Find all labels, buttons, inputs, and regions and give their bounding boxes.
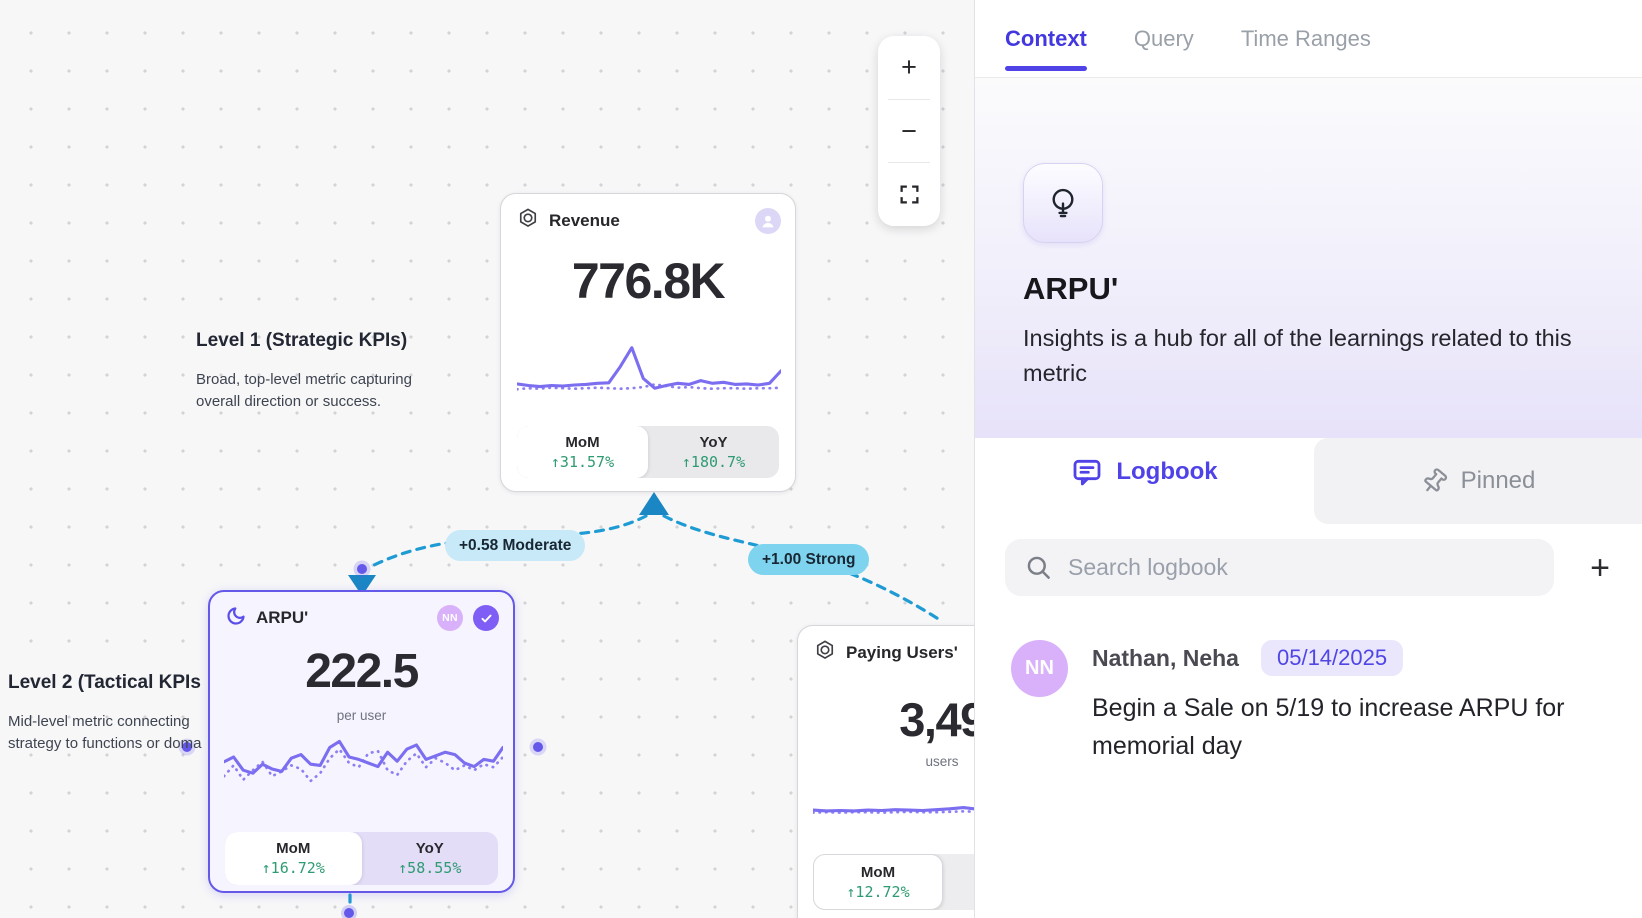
- search-icon: [1025, 554, 1052, 581]
- context-panel: Context Query Time Ranges ARPU' Insights…: [974, 0, 1642, 918]
- mom-label: MoM: [276, 840, 310, 857]
- insights-icon-tile: [1023, 163, 1103, 243]
- metric-card-paying-users[interactable]: Paying Users' 3,49 users MoM ↑12.72%: [797, 625, 974, 918]
- level-2-title: Level 2 (Tactical KPIs: [8, 672, 213, 694]
- metric-card-revenue[interactable]: Revenue 776.8K MoM ↑31.57% YoY ↑180.7%: [500, 193, 796, 492]
- metric-subtitle: Insights is a hub for all of the learnin…: [1023, 321, 1594, 392]
- yoy-toggle[interactable]: YoY ↑58.55%: [362, 832, 499, 885]
- logbook-pinned-tabs: Logbook Pinned: [975, 438, 1642, 505]
- correlation-label-moderate[interactable]: +0.58 Moderate: [445, 530, 585, 561]
- card-title: Revenue: [549, 211, 620, 231]
- period-toggle: MoM ↑12.72%: [813, 854, 974, 910]
- metric-value: 3,49: [798, 692, 974, 747]
- card-title: ARPU': [256, 608, 308, 628]
- connection-handle-dot[interactable]: [530, 739, 547, 756]
- verified-badge-icon: [473, 605, 499, 631]
- yoy-value: ↑58.55%: [398, 859, 461, 877]
- logbook-comment-icon: [1071, 456, 1103, 488]
- yoy-value: ↑180.7%: [682, 453, 745, 471]
- tab-context[interactable]: Context: [1005, 0, 1087, 77]
- sparkline-chart: [813, 776, 974, 824]
- entry-date-badge: 05/14/2025: [1261, 640, 1403, 676]
- level-2-description: Mid-level metric connecting strategy to …: [8, 711, 213, 755]
- fit-view-button[interactable]: [878, 163, 940, 226]
- mom-toggle[interactable]: MoM ↑31.57%: [517, 426, 648, 478]
- metric-context-header: ARPU' Insights is a hub for all of the l…: [975, 78, 1642, 438]
- logbook-search-input[interactable]: [1068, 554, 1534, 581]
- yoy-label: YoY: [416, 840, 444, 857]
- hexagon-metric-icon: [517, 207, 539, 234]
- pin-icon: [1415, 462, 1453, 500]
- metric-tree-canvas[interactable]: +0.58 Moderate +1.00 Strong Level 1 (Str…: [0, 0, 974, 918]
- connection-handle-dot[interactable]: [341, 905, 357, 918]
- mom-label: MoM: [565, 434, 599, 451]
- mom-value: ↑16.72%: [262, 859, 325, 877]
- moon-metric-icon: [226, 606, 246, 631]
- panel-tab-bar: Context Query Time Ranges: [975, 0, 1642, 78]
- zoom-out-button[interactable]: −: [878, 100, 940, 163]
- mom-toggle[interactable]: MoM ↑16.72%: [225, 832, 362, 885]
- correlation-label-strong[interactable]: +1.00 Strong: [748, 544, 869, 575]
- add-logbook-entry-button[interactable]: +: [1582, 551, 1618, 585]
- level-2-annotation: Level 2 (Tactical KPIs Mid-level metric …: [8, 672, 213, 755]
- period-toggle: MoM ↑16.72% YoY ↑58.55%: [225, 832, 498, 885]
- sparkline-chart: [224, 730, 503, 796]
- metric-value: 222.5: [210, 644, 513, 699]
- metric-unit: per user: [210, 708, 513, 723]
- tab-logbook[interactable]: Logbook: [975, 438, 1314, 505]
- level-1-description: Broad, top-level metric capturing overal…: [196, 369, 432, 413]
- collaborators-avatar: NN: [437, 605, 463, 631]
- logbook-entry[interactable]: NN Nathan, Neha 05/14/2025 Begin a Sale …: [975, 596, 1642, 765]
- entry-text: Begin a Sale on 5/19 to increase ARPU fo…: [1092, 690, 1602, 765]
- tab-time-ranges[interactable]: Time Ranges: [1241, 0, 1371, 77]
- metric-title: ARPU': [1023, 271, 1594, 307]
- mom-label: MoM: [861, 864, 895, 881]
- arrowhead-up-icon: [639, 492, 669, 515]
- lightbulb-icon: [1045, 185, 1081, 221]
- sparkline-chart: [517, 342, 781, 402]
- canvas-zoom-toolbar: + −: [878, 36, 940, 226]
- yoy-toggle[interactable]: [943, 854, 974, 910]
- metric-unit: users: [798, 754, 974, 769]
- logbook-search-box[interactable]: [1005, 539, 1554, 596]
- connection-handle-dot[interactable]: [354, 561, 371, 578]
- owner-avatar: [755, 208, 781, 234]
- yoy-toggle[interactable]: YoY ↑180.7%: [648, 426, 779, 478]
- metric-card-arpu[interactable]: ARPU' NN 222.5 per user MoM ↑16.72% YoY …: [208, 590, 515, 893]
- yoy-label: YoY: [699, 434, 727, 451]
- mom-toggle[interactable]: MoM ↑12.72%: [813, 854, 943, 910]
- entry-author-avatar: NN: [1011, 640, 1068, 697]
- tab-pinned[interactable]: Pinned: [1314, 438, 1642, 524]
- mom-value: ↑12.72%: [846, 883, 909, 901]
- tab-query[interactable]: Query: [1134, 0, 1194, 77]
- metric-value: 776.8K: [501, 252, 795, 310]
- level-1-title: Level 1 (Strategic KPIs): [196, 330, 436, 352]
- mom-value: ↑31.57%: [551, 453, 614, 471]
- level-1-annotation: Level 1 (Strategic KPIs) Broad, top-leve…: [196, 330, 436, 413]
- period-toggle: MoM ↑31.57% YoY ↑180.7%: [517, 426, 779, 478]
- hexagon-metric-icon: [814, 639, 836, 666]
- fullscreen-icon: [899, 184, 920, 205]
- entry-author-name: Nathan, Neha: [1092, 645, 1239, 672]
- zoom-in-button[interactable]: +: [878, 36, 940, 99]
- card-title: Paying Users': [846, 643, 958, 663]
